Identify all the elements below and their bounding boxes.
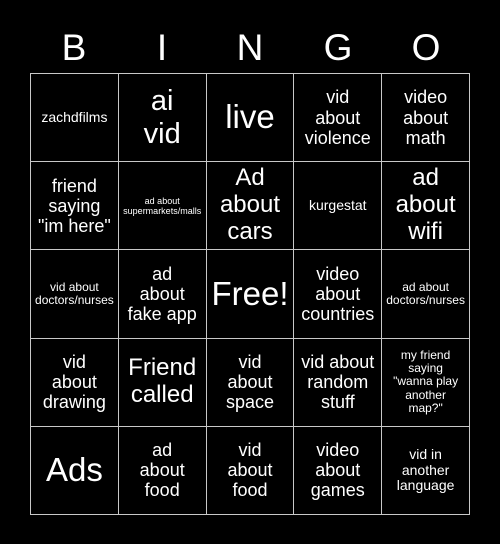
bingo-cell-label: vid in another language [396, 445, 455, 494]
header-letter-o: O [411, 26, 441, 68]
bingo-grid: zachdfilms ai vid live vid about violence vi… [30, 73, 470, 515]
bingo-cell-label: video about games [310, 440, 365, 501]
bingo-cell-label: vid about violence [304, 87, 371, 148]
bingo-cell-r5c5[interactable]: vid in another language [382, 426, 470, 515]
bingo-cell-r5c3[interactable]: vid about food [206, 426, 295, 515]
bingo-cell-label: ad about food [139, 440, 185, 501]
bingo-cell-label: ad about wifi [395, 164, 456, 246]
bingo-cell-r5c2[interactable]: ad about food [118, 426, 207, 515]
bingo-cell-r4c5[interactable]: my friend saying "wanna play another map… [382, 338, 470, 427]
bingo-cell-label: Free! [211, 274, 289, 312]
bingo-cell-r1c3[interactable]: live [206, 74, 295, 163]
bingo-cell-r3c5[interactable]: ad about doctors/nurses [382, 250, 470, 339]
bingo-cell-r3c3[interactable]: Free! [206, 250, 295, 339]
bingo-cell-r1c4[interactable]: vid about violence [294, 74, 383, 163]
bingo-cell-label: vid about food [227, 440, 273, 501]
bingo-cell-r4c4[interactable]: vid about random stuff [294, 338, 383, 427]
bingo-cell-label: video about countries [301, 263, 375, 325]
bingo-cell-label: zachdfilms [41, 108, 108, 125]
bingo-cell-r2c1[interactable]: friend saying "im here" [31, 162, 119, 251]
bingo-cell-r3c2[interactable]: ad about fake app [118, 250, 207, 339]
bingo-cell-r5c4[interactable]: video about games [294, 426, 383, 515]
bingo-card: B I N G O zachdfilms ai vid live vid about … [0, 0, 500, 544]
bingo-cell-r4c3[interactable]: vid about space [206, 338, 295, 427]
bingo-cell-label: ai vid [143, 85, 181, 150]
bingo-cell-label: vid about doctors/nurses [35, 279, 114, 307]
bingo-cell-r5c1[interactable]: Ads [31, 426, 119, 515]
bingo-cell-r4c1[interactable]: vid about drawing [31, 338, 119, 427]
bingo-cell-r3c4[interactable]: video about countries [294, 250, 383, 339]
header-letter-b: B [61, 26, 87, 68]
bingo-cell-r1c1[interactable]: zachdfilms [31, 74, 119, 163]
bingo-cell-r1c5[interactable]: video about math [382, 74, 470, 163]
header-letter-n: N [236, 26, 264, 68]
bingo-cell-label: Friend called [128, 354, 197, 409]
bingo-cell-r2c2[interactable]: ad about supermarkets/malls [118, 162, 207, 251]
bingo-cell-label: friend saying "im here" [37, 175, 111, 236]
bingo-cell-r1c2[interactable]: ai vid [118, 74, 207, 163]
bingo-cell-label: ad about supermarkets/malls [123, 195, 202, 216]
header-letter-i: I [156, 26, 168, 68]
bingo-cell-r3c1[interactable]: vid about doctors/nurses [31, 250, 119, 339]
bingo-cell-r4c2[interactable]: Friend called [118, 338, 207, 427]
header-letter-g: G [323, 26, 353, 68]
bingo-cell-label: vid about drawing [42, 351, 106, 413]
bingo-cell-label: video about math [403, 87, 449, 148]
bingo-cell-label: kurgestat [308, 196, 367, 213]
bingo-cell-label: ad about doctors/nurses [386, 279, 465, 307]
bingo-cell-label: my friend saying "wanna play another map… [393, 347, 459, 416]
bingo-cell-r2c3[interactable]: Ad about cars [206, 162, 295, 251]
bingo-cell-label: Ads [45, 450, 103, 488]
bingo-cell-label: ad about fake app [127, 263, 197, 325]
bingo-header: B I N G O [30, 22, 470, 72]
bingo-cell-label: vid about space [225, 351, 275, 413]
bingo-cell-label: vid about random stuff [301, 351, 375, 413]
bingo-cell-label: live [225, 98, 275, 136]
bingo-cell-r2c5[interactable]: ad about wifi [382, 162, 470, 251]
bingo-cell-label: Ad about cars [219, 164, 281, 246]
bingo-cell-r2c4[interactable]: kurgestat [294, 162, 383, 251]
